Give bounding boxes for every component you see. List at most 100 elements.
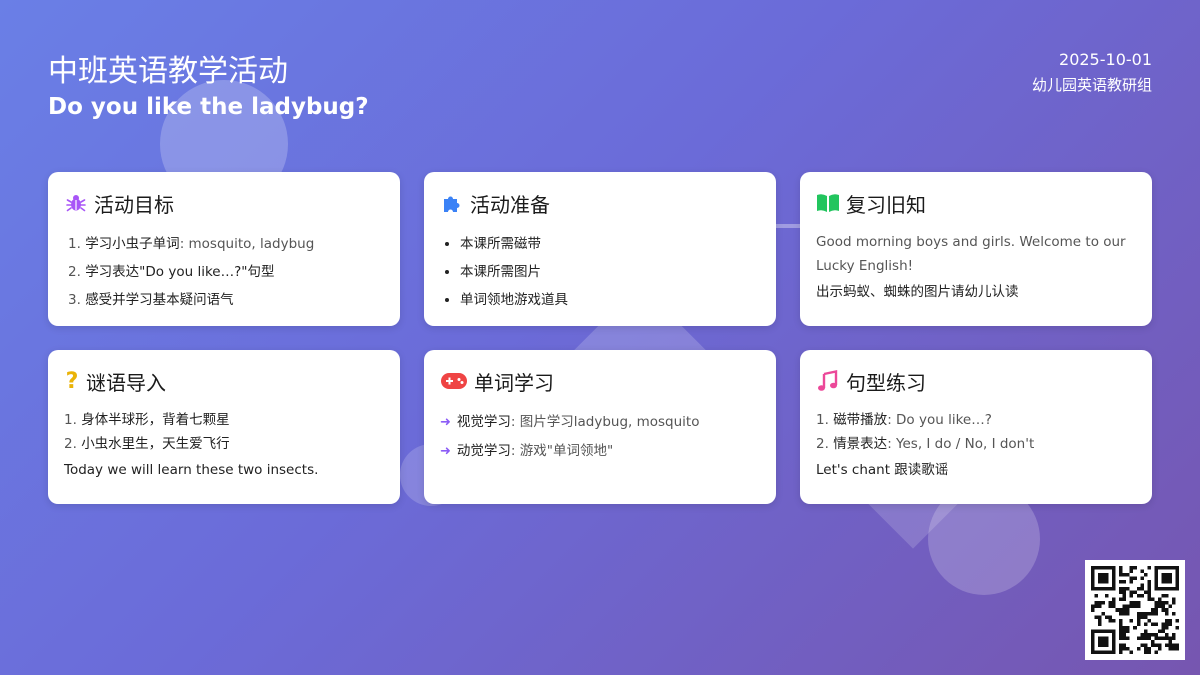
qr-module [1147, 580, 1151, 584]
qr-module [1105, 587, 1109, 591]
qr-module [1091, 604, 1095, 609]
qr-module [1101, 629, 1106, 633]
qr-module [1164, 618, 1169, 623]
qr-module [1091, 639, 1095, 644]
qr-module [1171, 611, 1176, 616]
book-icon [816, 191, 840, 215]
qr-module [1108, 615, 1113, 619]
qr-module [1147, 650, 1151, 654]
qr-module [1136, 615, 1141, 619]
item-detail: : 图片学习ladybug, mosquito [510, 414, 700, 430]
qr-module [1105, 629, 1109, 633]
qr-module [1164, 632, 1169, 637]
qr-module [1171, 566, 1176, 570]
card-title: 谜语导入 [86, 370, 166, 395]
qr-module [1168, 587, 1172, 591]
qr-module [1154, 611, 1158, 616]
qr-module [1119, 622, 1123, 626]
qr-module [1150, 632, 1155, 637]
qr-module [1091, 580, 1095, 584]
qr-module [1136, 587, 1141, 591]
qr-module [1154, 650, 1158, 654]
qr-module [1150, 597, 1155, 602]
qr-module [1122, 594, 1127, 598]
qr-module [1157, 643, 1162, 647]
qr-module [1154, 569, 1158, 574]
qr-module [1161, 573, 1165, 577]
list-item: 2. 情景表达: Yes, I do / No, I don't [816, 432, 1136, 456]
qr-module [1147, 587, 1151, 591]
qr-module [1112, 573, 1116, 577]
qr-module [1164, 625, 1169, 630]
qr-module [1140, 583, 1144, 588]
card-sentence-practice: 句型练习 1. 磁带播放: Do you like…? 2. 情景表达: Yes… [800, 350, 1152, 504]
qr-module [1119, 573, 1123, 577]
qr-module [1112, 618, 1116, 623]
qr-module [1168, 573, 1172, 577]
item-number: 2. [816, 436, 829, 452]
qr-module [1129, 566, 1134, 570]
qr-module [1147, 611, 1151, 616]
qr-module [1175, 576, 1179, 581]
bug-icon [64, 191, 88, 215]
qr-module [1122, 590, 1127, 595]
qr-module [1112, 636, 1116, 640]
qr-module [1175, 625, 1179, 630]
qr-module [1143, 646, 1148, 651]
qr-module [1171, 597, 1176, 602]
item-number: 1. [816, 412, 829, 428]
card-review: 复习旧知 Good morning boys and girls. Welcom… [800, 172, 1152, 326]
qr-module [1154, 601, 1158, 605]
page-title: 中班英语教学活动 [48, 54, 288, 89]
qr-module [1098, 566, 1102, 570]
qr-module [1094, 601, 1099, 605]
qr-module [1129, 580, 1134, 584]
qr-module [1098, 622, 1102, 626]
qr-module [1112, 569, 1116, 574]
qr-module [1094, 594, 1099, 598]
qr-code-image [1091, 566, 1179, 654]
qr-module [1161, 629, 1165, 633]
list-item: ➜ 视觉学习: 图片学习ladybug, mosquito [440, 408, 760, 437]
qr-module [1112, 583, 1116, 588]
qr-module [1140, 632, 1144, 637]
qr-module [1140, 587, 1144, 591]
qr-module [1112, 646, 1116, 651]
item-detail: : mosquito, ladybug [179, 236, 315, 252]
date-label: 2025-10-01 [1059, 50, 1152, 69]
qr-module [1094, 587, 1099, 591]
qr-module [1133, 604, 1137, 609]
qr-module [1122, 629, 1127, 633]
qr-module [1140, 636, 1144, 640]
qr-module [1133, 576, 1137, 581]
qr-module [1122, 587, 1127, 591]
qr-module [1157, 636, 1162, 640]
qr-module [1150, 622, 1155, 626]
qr-module [1168, 604, 1172, 609]
item-text: 身体半球形，背着七颗星 [81, 412, 230, 428]
qr-module [1154, 566, 1158, 570]
qr-module [1161, 587, 1165, 591]
qr-module [1112, 576, 1116, 581]
qr-module [1105, 636, 1109, 640]
qr-module [1122, 597, 1127, 602]
qr-module [1154, 580, 1158, 584]
qr-module [1091, 573, 1095, 577]
qr-module [1140, 594, 1144, 598]
music-icon [816, 369, 840, 393]
qr-module [1098, 629, 1102, 633]
gamepad-icon [440, 369, 468, 393]
qr-module [1091, 646, 1095, 651]
qr-module [1101, 587, 1106, 591]
qr-module [1091, 583, 1095, 588]
qr-module [1161, 576, 1165, 581]
qr-module [1157, 629, 1162, 633]
qr-module [1105, 639, 1109, 644]
qr-module [1143, 650, 1148, 654]
qr-module [1175, 583, 1179, 588]
qr-module [1098, 643, 1102, 647]
qr-module [1115, 608, 1120, 612]
qr-module [1126, 604, 1130, 609]
qr-module [1157, 566, 1162, 570]
qr-module [1112, 639, 1116, 644]
